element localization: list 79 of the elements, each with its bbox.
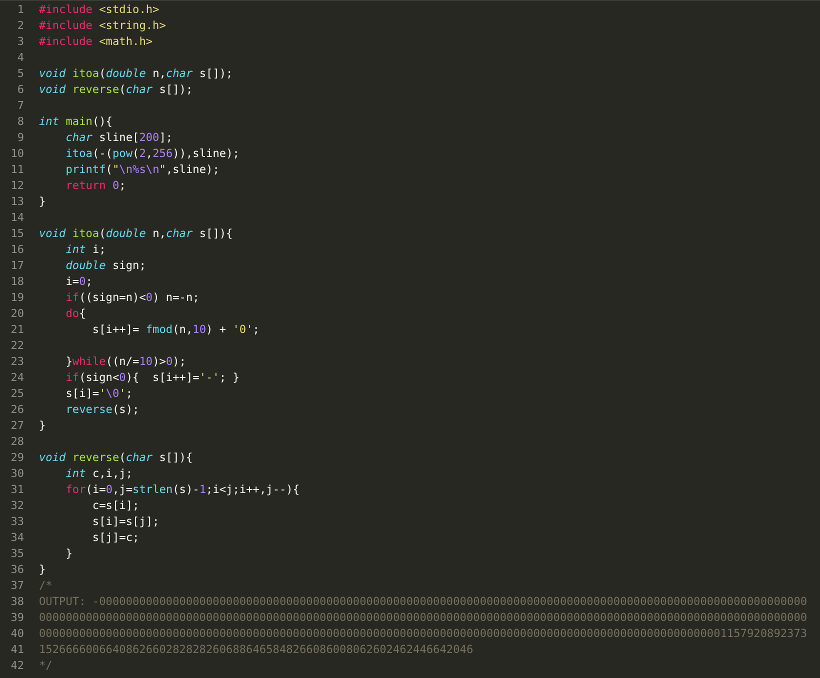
- line-number: 27: [10, 418, 24, 434]
- code-line: char sline[200];: [64, 130, 173, 146]
- line-number: 9: [16, 130, 24, 146]
- line-number: 8: [16, 114, 24, 130]
- line-number: 17: [10, 258, 24, 274]
- line-number: 39: [10, 610, 24, 626]
- code-comment: 0000000000000000000000000000000000000000000000000000000000000000000000000000000000000000000000000000000000000000000: [39, 610, 808, 626]
- line-number: 23: [10, 354, 24, 370]
- code-line: do{: [64, 306, 86, 322]
- code-line: c=s[i];: [91, 498, 140, 514]
- line-number: 29: [10, 450, 24, 466]
- code-comment: 15266660066408626602828282606886465848266086008062602462446642046: [39, 642, 474, 658]
- line-number: 19: [10, 290, 24, 306]
- code-line: s[i++]= fmod(n,10) + '0';: [91, 322, 260, 338]
- line-number: 3: [16, 34, 24, 50]
- line-number: 40: [10, 626, 24, 642]
- code-line: s[i]='\0';: [64, 386, 133, 402]
- code-comment: */: [39, 658, 52, 674]
- code-line: }: [39, 194, 46, 210]
- code-line: s[i]=s[j];: [91, 514, 160, 530]
- line-number: 18: [10, 274, 24, 290]
- line-number: 2: [16, 18, 24, 34]
- line-number: 10: [10, 146, 24, 162]
- code-line: void reverse(char s[]){: [39, 450, 193, 466]
- line-number: 41: [10, 642, 24, 658]
- line-number: 34: [10, 530, 24, 546]
- code-line: int c,i,j;: [64, 466, 133, 482]
- line-number: 20: [10, 306, 24, 322]
- code-line: #include <math.h>: [39, 34, 153, 50]
- code-line: s[j]=c;: [91, 530, 140, 546]
- code-line: printf("\n%s\n",sline);: [64, 162, 220, 178]
- line-number: 26: [10, 402, 24, 418]
- line-number: 12: [10, 178, 24, 194]
- code-line: #include <stdio.h>: [39, 2, 160, 18]
- line-number: 36: [10, 562, 24, 578]
- line-number: 11: [10, 162, 24, 178]
- code-line: void itoa(double n,char s[]){: [39, 226, 233, 242]
- line-number: 33: [10, 514, 24, 530]
- code-line: #include <string.h>: [39, 18, 166, 34]
- code-line: }: [64, 546, 72, 562]
- line-number: 25: [10, 386, 24, 402]
- code-line: for(i=0,j=strlen(s)-1;i<j;i++,j--){: [64, 482, 300, 498]
- code-line: i=0;: [64, 274, 92, 290]
- line-number: 37: [10, 578, 24, 594]
- line-number: 13: [10, 194, 24, 210]
- code-line: }while((n/=10)>0);: [64, 354, 186, 370]
- code-line: void itoa(double n,char s[]);: [39, 66, 233, 82]
- line-number: 22: [10, 338, 24, 354]
- code-line: int main(){: [39, 114, 112, 130]
- line-number: 28: [10, 434, 24, 450]
- line-number: 42: [10, 658, 24, 674]
- code-line: return 0;: [64, 178, 126, 194]
- line-number: 30: [10, 466, 24, 482]
- code-line: double sign;: [64, 258, 146, 274]
- code-comment: /*: [39, 578, 52, 594]
- code-line: }: [39, 562, 46, 578]
- line-number: 7: [16, 98, 24, 114]
- code-line: reverse(s);: [64, 402, 140, 418]
- code-line: int i;: [64, 242, 106, 258]
- line-number: 35: [10, 546, 24, 562]
- line-number: 5: [16, 66, 24, 82]
- code-line: }: [39, 418, 46, 434]
- line-number: 21: [10, 322, 24, 338]
- line-number: 31: [10, 482, 24, 498]
- code-comment: 0000000000000000000000000000000000000000000000000000000000000000000000000000000000000000000000000000001157920892373: [39, 626, 808, 642]
- line-number: 38: [10, 594, 24, 610]
- line-number: 16: [10, 242, 24, 258]
- line-number: 24: [10, 370, 24, 386]
- code-line: if((sign=n)<0) n=-n;: [64, 290, 200, 306]
- line-number: 14: [10, 210, 24, 226]
- line-number: 4: [16, 50, 24, 66]
- code-comment: OUTPUT: -0000000000000000000000000000000000000000000000000000000000000000000000000000000000000000000000000000000000: [39, 594, 808, 610]
- line-number: 32: [10, 498, 24, 514]
- line-number: 6: [16, 82, 24, 98]
- line-number: 1: [16, 2, 24, 18]
- code-line: itoa(-(pow(2,256)),sline);: [64, 146, 240, 162]
- code-line: void reverse(char s[]);: [39, 82, 193, 98]
- code-line: if(sign<0){ s[i++]='-'; }: [64, 370, 240, 386]
- line-number: 15: [10, 226, 24, 242]
